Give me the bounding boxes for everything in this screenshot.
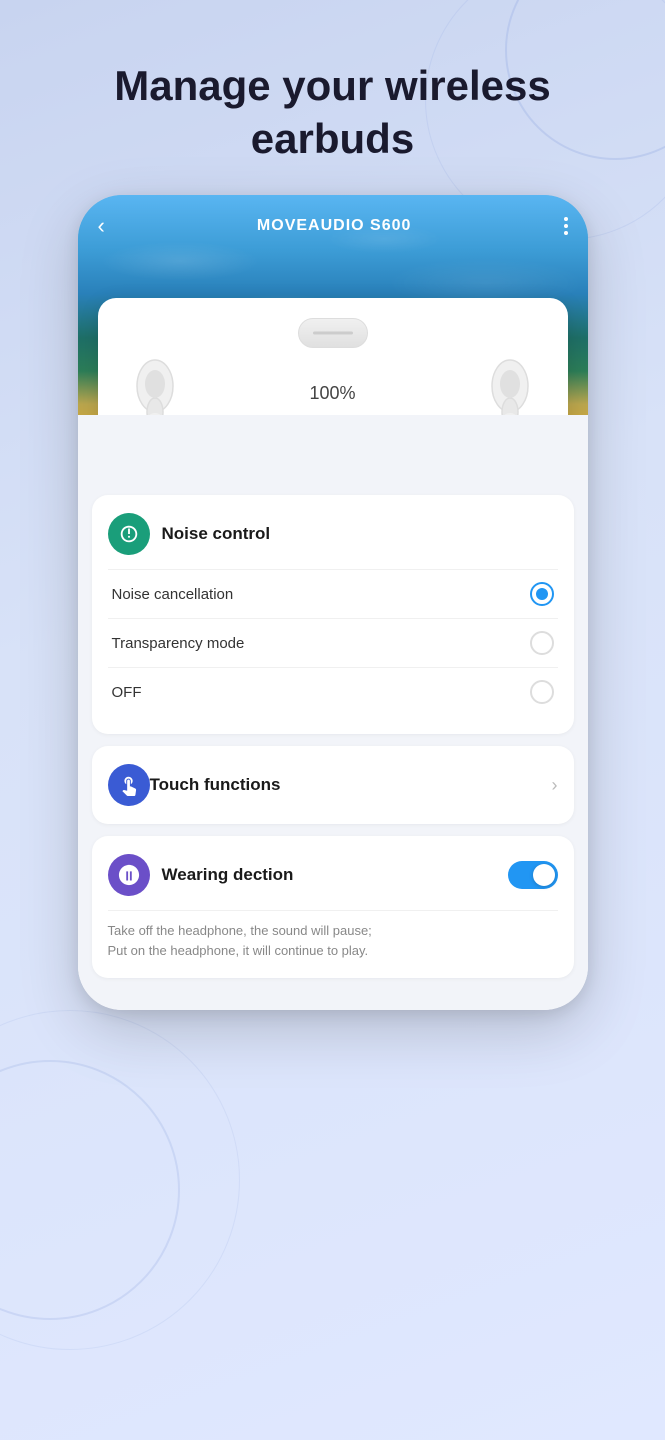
left-earbud: L: [128, 356, 183, 415]
nav-bar: ‹ MOVEAUDIO S600: [78, 195, 588, 239]
right-earbud: R: [482, 356, 537, 415]
touch-functions-card[interactable]: Touch functions ›: [92, 746, 574, 824]
wearing-detection-toggle[interactable]: [508, 861, 558, 889]
noise-cancellation-radio[interactable]: [530, 582, 554, 606]
phone-mockup: ‹ MOVEAUDIO S600: [78, 195, 588, 1010]
noise-cancellation-option[interactable]: Noise cancellation: [108, 569, 558, 618]
wearing-detection-icon: [108, 854, 150, 896]
right-earbud-icon: [482, 356, 537, 415]
bg-decoration-bl2: [0, 1010, 240, 1350]
touch-functions-icon: [108, 764, 150, 806]
earbuds-card: L 100% R ✱ 100%: [98, 298, 568, 415]
off-label: OFF: [112, 684, 142, 701]
touch-icon-svg: [118, 774, 140, 796]
off-option[interactable]: OFF: [108, 667, 558, 716]
noise-control-card: Noise control Noise cancellation Transpa…: [92, 495, 574, 734]
phone-header: ‹ MOVEAUDIO S600: [78, 195, 588, 415]
wearing-detection-description: Take off the headphone, the sound will p…: [108, 910, 558, 960]
transparency-mode-label: Transparency mode: [112, 635, 245, 652]
noise-control-header: Noise control: [108, 513, 558, 555]
noise-control-icon: [108, 513, 150, 555]
center-battery: 100%: [309, 383, 355, 404]
touch-functions-arrow: ›: [552, 775, 558, 796]
touch-functions-title: Touch functions: [150, 775, 281, 795]
more-button[interactable]: [564, 217, 568, 235]
noise-icon-svg: [118, 523, 140, 545]
wearing-icon-svg: [118, 864, 140, 886]
transparency-mode-option[interactable]: Transparency mode: [108, 618, 558, 667]
back-button[interactable]: ‹: [98, 213, 105, 239]
transparency-mode-radio[interactable]: [530, 631, 554, 655]
wearing-detection-header: Wearing dection: [108, 854, 558, 896]
device-title: MOVEAUDIO S600: [257, 217, 411, 235]
left-earbud-icon: [128, 356, 183, 415]
earbuds-row: L 100% R: [118, 356, 548, 415]
touch-functions-inner: Touch functions ›: [108, 764, 558, 806]
case-icon: [298, 318, 368, 348]
noise-control-title: Noise control: [162, 524, 271, 544]
phone-body: Noise control Noise cancellation Transpa…: [78, 415, 588, 1010]
off-radio[interactable]: [530, 680, 554, 704]
page-title: Manage your wireless earbuds: [0, 0, 665, 195]
wearing-detection-title: Wearing dection: [162, 865, 294, 885]
noise-cancellation-label: Noise cancellation: [112, 586, 234, 603]
case-container: [118, 318, 548, 348]
wearing-detection-card: Wearing dection Take off the headphone, …: [92, 836, 574, 978]
